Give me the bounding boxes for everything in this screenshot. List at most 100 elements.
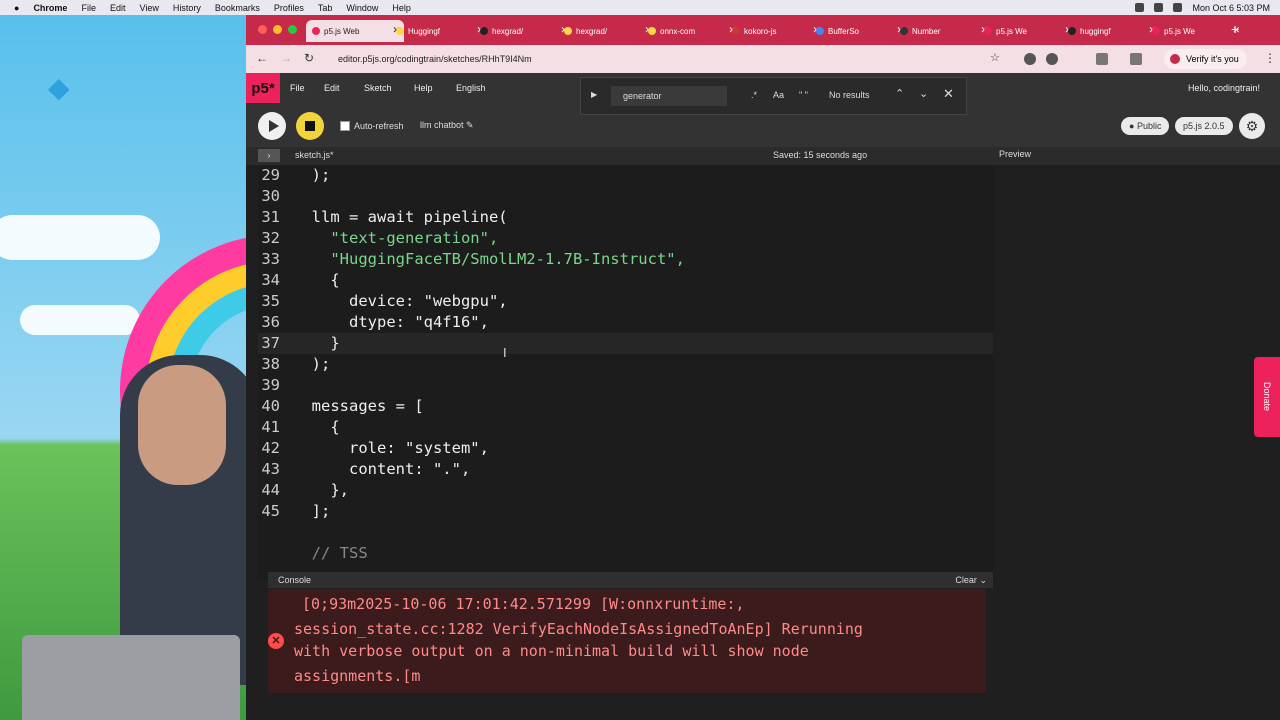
tab-label: BufferSo (828, 26, 859, 36)
pencil-icon[interactable]: ✎ (466, 120, 474, 130)
expand-sidebar-icon[interactable]: › (258, 149, 280, 162)
extension-icon[interactable] (1024, 53, 1036, 65)
huggingface-favicon-icon (564, 27, 572, 35)
bookmark-star-icon[interactable]: ☆ (990, 51, 1000, 64)
desktop-wallpaper: ◆ (0, 15, 250, 720)
control-center-icon[interactable] (1173, 3, 1183, 12)
p5-menu-sketch[interactable]: Sketch (364, 83, 392, 93)
auto-refresh-label: Auto-refresh (354, 121, 404, 131)
user-greeting-menu[interactable]: Hello, codingtrain! (1188, 83, 1260, 93)
menu-tab[interactable]: Tab (318, 3, 333, 13)
file-bar: › sketch.js* Saved: 15 seconds ago (246, 147, 1280, 165)
version-badge[interactable]: p5.js 2.0.5 (1175, 117, 1233, 135)
wifi-icon[interactable] (1135, 3, 1145, 12)
toggle-replace-icon[interactable]: ▶ (591, 90, 597, 99)
console-header: Console Clear ⌄ (268, 572, 993, 588)
p5-menu-language[interactable]: English (456, 83, 486, 93)
code-line: 38 ); (258, 354, 993, 375)
line-number: 35 (261, 292, 280, 310)
line-number: 29 (261, 166, 280, 184)
find-next-icon[interactable]: ⌄ (919, 87, 928, 100)
find-previous-icon[interactable]: ⌃ (895, 87, 904, 100)
side-panel-icon[interactable] (1130, 53, 1142, 65)
code-text: dtype: "q4f16", (293, 313, 489, 331)
code-line: 34 { (258, 270, 993, 291)
p5-menu-help[interactable]: Help (414, 83, 433, 93)
menu-view[interactable]: View (139, 3, 158, 13)
code-text: }, (293, 481, 349, 499)
case-sensitive-toggle[interactable]: Aa (773, 90, 784, 100)
gear-icon[interactable]: ⚙ (1239, 113, 1265, 139)
code-line: 33 "HuggingFaceTB/SmolLM2-1.7B-Instruct"… (258, 249, 993, 270)
close-icon[interactable]: ✕ (943, 86, 954, 102)
console-line: assignments.[m (294, 667, 421, 685)
extensions-puzzle-icon[interactable] (1096, 53, 1108, 65)
clear-label: Clear (955, 575, 977, 585)
menu-profiles[interactable]: Profiles (274, 3, 304, 13)
address-bar[interactable]: editor.p5js.org/codingtrain/sketches/RHh… (338, 49, 998, 69)
menu-help[interactable]: Help (392, 3, 411, 13)
globe-icon: ● (1129, 121, 1137, 131)
menu-file[interactable]: File (81, 3, 96, 13)
auto-refresh-checkbox[interactable] (340, 121, 350, 131)
extension-icon[interactable] (1046, 53, 1058, 65)
search-icon[interactable] (1154, 3, 1164, 12)
code-text: "text-generation", (293, 229, 499, 247)
code-line: 32 "text-generation", (258, 228, 993, 249)
find-input[interactable]: generator (611, 86, 727, 106)
new-tab-button[interactable]: + (1231, 21, 1239, 37)
visibility-label: Public (1136, 121, 1162, 131)
p5-menu-edit[interactable]: Edit (324, 83, 340, 93)
code-line: 30 (258, 186, 993, 207)
code-text: role: "system", (293, 439, 489, 457)
github-favicon-icon (480, 27, 488, 35)
auto-refresh-toggle[interactable]: Auto-refresh (340, 121, 404, 131)
console-clear-button[interactable]: Clear ⌄ (955, 575, 987, 586)
code-line: 31 llm = await pipeline( (258, 207, 993, 228)
menu-window[interactable]: Window (346, 3, 378, 13)
bird-icon: ◆ (48, 72, 70, 103)
p5-menu-file[interactable]: File (290, 83, 305, 93)
back-button[interactable]: ← (256, 51, 268, 65)
whole-word-toggle[interactable]: " " (799, 90, 808, 100)
menu-edit[interactable]: Edit (110, 3, 126, 13)
minimize-window-button[interactable] (273, 25, 282, 34)
sketch-name[interactable]: llm chatbot ✎ (420, 120, 474, 131)
regex-toggle[interactable]: .* (751, 90, 757, 100)
tab-p5js-3[interactable]: p5.js We ✕ (1146, 20, 1244, 42)
menu-app-name[interactable]: Chrome (33, 3, 67, 13)
chrome-menu-icon[interactable]: ⋮ (1264, 51, 1276, 65)
zoom-window-button[interactable] (288, 25, 297, 34)
code-text: // TSS (293, 544, 368, 562)
line-number: 32 (261, 229, 280, 247)
tab-strip: p5.js Web✕ Huggingf✕ hexgrad/✕ hexgrad/✕… (246, 15, 1280, 45)
code-line: 44 }, (258, 480, 993, 501)
p5-logo[interactable]: p5* (246, 73, 280, 103)
clock[interactable]: Mon Oct 6 5:03 PM (1192, 3, 1270, 13)
p5-favicon-icon (1152, 27, 1160, 35)
forward-button[interactable]: → (280, 51, 292, 65)
close-window-button[interactable] (258, 25, 267, 34)
reload-button[interactable]: ↻ (304, 51, 314, 65)
visibility-toggle[interactable]: ● Public (1121, 117, 1170, 135)
profile-button[interactable]: Verify it's you (1164, 49, 1247, 69)
line-number: 33 (261, 250, 280, 268)
line-number: 34 (261, 271, 280, 289)
tab-label: p5.js We (1164, 26, 1195, 36)
github-favicon-icon (1068, 27, 1076, 35)
play-button[interactable] (258, 112, 286, 140)
line-number: 44 (261, 481, 280, 499)
code-text: { (293, 418, 340, 436)
line-number: 30 (261, 187, 280, 205)
menu-bookmarks[interactable]: Bookmarks (215, 3, 260, 13)
stop-button[interactable] (296, 112, 324, 140)
code-editor[interactable]: 29 ); 30 31 llm = await pipeline( 32 "te… (258, 165, 993, 578)
file-tab-sketch-js[interactable]: sketch.js* (295, 150, 334, 160)
console-output[interactable]: ✕ [0;93m2025-10-06 17:01:42.571299 [W:on… (268, 589, 986, 693)
code-line: 39 (258, 375, 993, 396)
apple-icon[interactable]: ● (14, 3, 19, 13)
menu-history[interactable]: History (173, 3, 201, 13)
tab-label: Huggingf (408, 26, 441, 36)
chevron-down-icon[interactable]: ⌄ (979, 575, 987, 585)
donate-button[interactable]: Donate (1254, 357, 1280, 437)
